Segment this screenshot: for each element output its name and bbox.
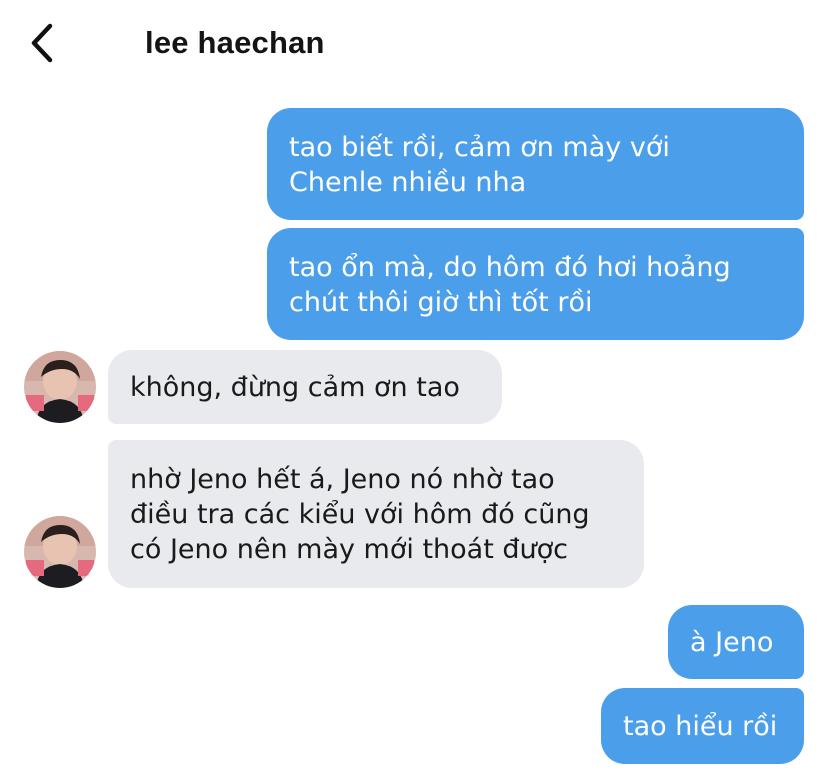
message-bubble-incoming[interactable]: không, đừng cảm ơn tao (108, 350, 502, 424)
contact-avatar[interactable] (24, 351, 96, 423)
contact-name[interactable]: lee haechan (145, 25, 325, 61)
message-bubble-outgoing[interactable]: tao biết rồi, cảm ơn mày với Chenle nhiề… (267, 108, 804, 220)
back-button[interactable] (24, 20, 64, 66)
message-bubble-outgoing[interactable]: tao hiểu rồi (601, 688, 804, 764)
chat-header: lee haechan (0, 0, 826, 90)
chevron-left-icon (31, 23, 53, 63)
message-bubble-outgoing[interactable]: à Jeno (668, 605, 804, 679)
message-bubble-incoming[interactable]: nhờ Jeno hết á, Jeno nó nhờ tao điều tra… (108, 440, 644, 588)
contact-avatar[interactable] (24, 516, 96, 588)
message-bubble-outgoing[interactable]: tao ổn mà, do hôm đó hơi hoảng chút thôi… (267, 228, 804, 340)
